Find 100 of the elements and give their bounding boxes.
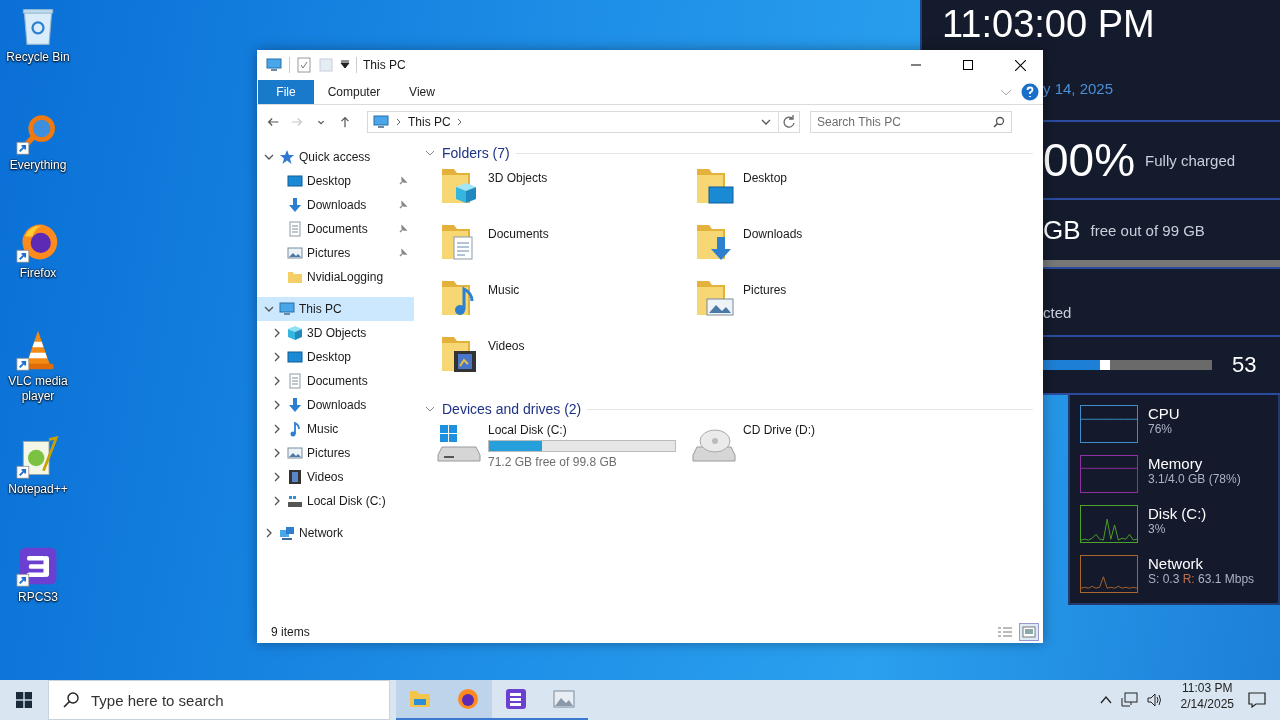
metric-name: Memory [1148, 455, 1204, 472]
nav-item[interactable]: NvidiaLogging [265, 265, 414, 289]
volume-slider[interactable] [1043, 360, 1212, 370]
download-arrow-icon [287, 197, 303, 213]
computer-icon [372, 114, 390, 130]
clock-date: y 14, 2025 [1043, 80, 1114, 97]
metric-name: Disk (C:) [1148, 505, 1207, 522]
metric-label: R: [1182, 572, 1195, 586]
battery-status: Fully charged [1145, 151, 1236, 169]
window-title: This PC [363, 58, 407, 72]
desktop-icon-label[interactable]: Notepad++ [8, 482, 68, 497]
star-icon [279, 149, 295, 165]
nav-item[interactable]: Network [257, 521, 414, 545]
metric-reading: 76% [1148, 422, 1174, 436]
desktop-icon [287, 349, 303, 365]
taskbar-app-button[interactable] [444, 680, 492, 720]
ribbon-tab[interactable]: File [258, 80, 314, 104]
metric-reading: 3% [1148, 522, 1167, 536]
volume-reading: 53 [1232, 352, 1257, 378]
storage-detail: free out of 99 GB [1090, 221, 1205, 239]
chevron-icon[interactable] [456, 118, 463, 126]
taskbar-app-button[interactable] [396, 680, 444, 720]
properties-icon[interactable] [296, 57, 312, 73]
desktop-icon-label[interactable]: Recycle Bin [6, 50, 70, 65]
nav-item[interactable]: Desktop [265, 345, 414, 369]
document-icon [287, 373, 303, 389]
network-icon [279, 525, 295, 541]
ribbon-tab[interactable]: View [394, 80, 450, 104]
nav-item[interactable]: Videos [265, 465, 414, 489]
taskbar-clock[interactable]: 11:03 PM 2/14/2025 [1172, 680, 1248, 720]
drive-free-space: 71.2 GB free of 99.8 GB [488, 455, 618, 469]
desktop-icon-label[interactable]: RPCS3 [18, 590, 58, 605]
usage-graph[interactable] [1080, 555, 1138, 593]
nav-item[interactable]: Local Disk (C:) [265, 489, 414, 513]
picture-icon [287, 245, 303, 261]
notepad-icon[interactable] [16, 436, 60, 480]
storage-free: GB [1043, 214, 1081, 246]
metric-reading: S: 0.3 [1148, 572, 1180, 586]
folder-name[interactable]: 3D Objects [488, 165, 548, 221]
nav-item[interactable]: Documents [265, 369, 414, 393]
clock-time: 11:03:00 PM [941, 2, 1156, 46]
ribbon-tab[interactable]: Computer [314, 80, 394, 104]
tile-icon [1022, 625, 1036, 638]
nav-item[interactable]: Pictures [265, 441, 414, 465]
caret-icon[interactable] [340, 60, 350, 70]
folder-icon [287, 269, 303, 285]
metric-reading: 63.1 Mbps [1198, 572, 1255, 586]
desktop-icon [287, 173, 303, 189]
address-bar[interactable]: This PC [367, 111, 800, 133]
large-icons-view-button[interactable] [1019, 622, 1039, 641]
folder-name[interactable]: Documents [488, 221, 549, 277]
close-icon [1014, 59, 1026, 71]
nav-item[interactable]: This PC [257, 297, 414, 321]
arrow-icon [338, 115, 352, 129]
nav-item[interactable]: Quick access [257, 145, 414, 169]
help-icon[interactable] [1021, 83, 1039, 101]
section-heading: Folders (7) [442, 145, 510, 161]
nav-item[interactable]: Downloads [265, 193, 414, 217]
picture-icon [287, 445, 303, 461]
nav-item[interactable]: 3D Objects [265, 321, 414, 345]
drive-name[interactable]: Local Disk (C:) [488, 423, 676, 437]
desktop-icon-label[interactable]: Firefox [19, 266, 57, 281]
drive-icon [287, 493, 303, 509]
desktop-icon-label[interactable]: VLC media player [0, 374, 76, 404]
image-viewer-icon [552, 687, 576, 711]
breadcrumb[interactable]: This PC [408, 115, 451, 129]
usage-graph[interactable] [1080, 505, 1138, 543]
drive-name[interactable]: CD Drive (D:) [743, 423, 815, 437]
nav-item[interactable]: Documents [265, 217, 414, 241]
taskbar-search-field[interactable]: Type here to search [48, 680, 390, 720]
nav-item[interactable]: Pictures [265, 241, 414, 265]
arrow-icon [290, 115, 304, 129]
speech-bubble-icon [1248, 692, 1266, 708]
film-icon [287, 469, 303, 485]
list-icon [998, 625, 1012, 638]
metric-name: Network [1148, 555, 1204, 572]
folder-name[interactable]: Videos [488, 333, 525, 389]
arrow-icon [266, 115, 280, 129]
chevron-icon[interactable] [396, 118, 402, 126]
volume-icon[interactable] [1146, 692, 1163, 708]
computer-icon [279, 301, 295, 317]
download-arrow-icon [287, 397, 303, 413]
folder-name[interactable]: Pictures [743, 277, 787, 333]
folder-name[interactable]: Music [488, 277, 520, 333]
usage-graph[interactable] [1080, 405, 1138, 443]
globe-logo-icon [456, 687, 480, 711]
search-icon [63, 692, 79, 708]
nav-item[interactable]: Downloads [265, 393, 414, 417]
usage-graph[interactable] [1080, 455, 1138, 493]
folder-name[interactable]: Desktop [743, 165, 788, 221]
slider-thumb[interactable] [1100, 360, 1111, 370]
nav-item[interactable]: Desktop [265, 169, 414, 193]
maximize-icon [963, 60, 973, 70]
network-icon[interactable] [1120, 692, 1139, 708]
section-heading: Devices and drives (2) [442, 401, 582, 417]
document-icon [287, 221, 303, 237]
nav-item[interactable]: Music [265, 417, 414, 441]
search-field[interactable]: Search This PC [810, 111, 1012, 133]
desktop-icon-label[interactable]: Everything [9, 158, 67, 173]
folder-name[interactable]: Downloads [743, 221, 803, 277]
